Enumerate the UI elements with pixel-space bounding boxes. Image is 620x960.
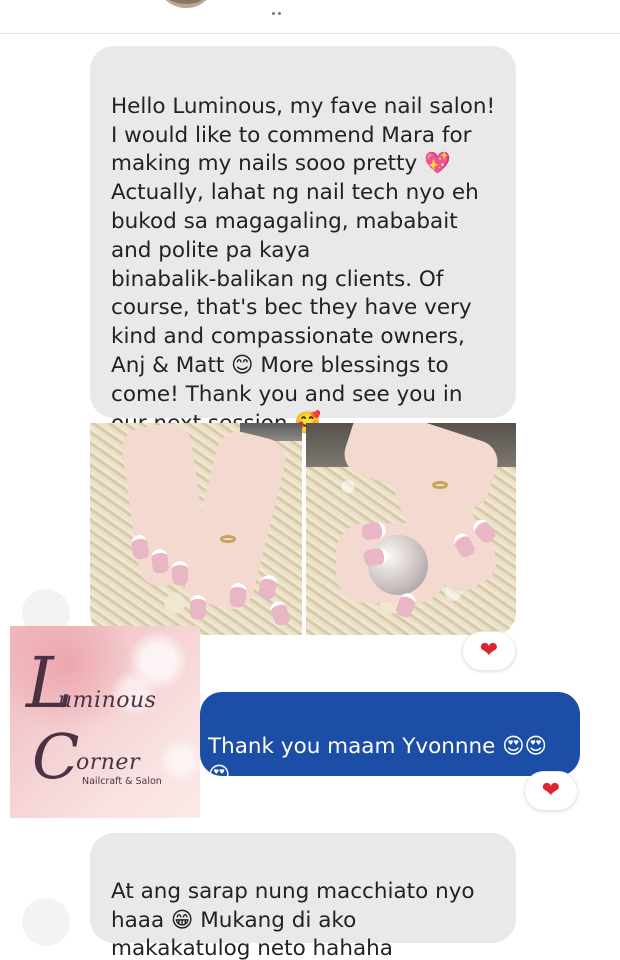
chat-header xyxy=(0,0,620,34)
message-bubble-incoming[interactable]: Hello Luminous, my fave nail salon! I wo… xyxy=(90,46,516,436)
message-bubble-incoming-last[interactable]: At ang sarap nung macchiato nyo haaa 😁 M… xyxy=(90,833,516,960)
reply-text: Thank you maam Yvonnne 😍😍 😍 xyxy=(208,733,548,788)
nail-photo-2[interactable] xyxy=(306,423,516,635)
heart-icon: ❤ xyxy=(541,778,561,803)
logo-letter-c: C xyxy=(32,720,80,793)
nail-photo-1[interactable] xyxy=(90,423,302,635)
photo-reaction[interactable]: ❤ xyxy=(462,631,516,671)
salon-logo-avatar[interactable]: L uminous C orner Nailcraft & Salon xyxy=(10,626,200,818)
header-dots xyxy=(272,0,292,15)
contact-avatar[interactable] xyxy=(156,0,216,8)
message-bubble-outgoing[interactable]: Thank you maam Yvonnne 😍😍 😍 xyxy=(200,692,580,788)
heart-icon: ❤ xyxy=(479,638,499,663)
logo-subtitle: Nailcraft & Salon xyxy=(82,776,162,787)
logo-word-uminous: uminous xyxy=(58,688,157,713)
message-text: Hello Luminous, my fave nail salon! I wo… xyxy=(111,93,496,436)
sender-avatar-placeholder xyxy=(22,898,70,946)
reply-reaction[interactable]: ❤ xyxy=(524,771,578,811)
message-text-last: At ang sarap nung macchiato nyo haaa 😁 M… xyxy=(111,878,475,960)
logo-word-orner: orner xyxy=(76,750,140,775)
